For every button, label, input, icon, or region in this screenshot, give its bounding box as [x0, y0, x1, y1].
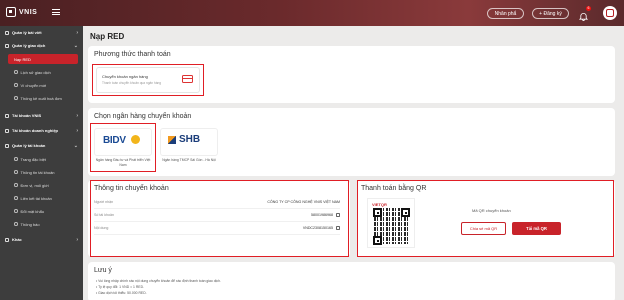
sidebar-item-label: Liên kết tài khoản [20, 195, 52, 201]
bell-icon [14, 222, 18, 226]
sidebar-item-label: Lịch sử giao dịch [20, 69, 51, 75]
chevron-right-icon: › [76, 29, 78, 36]
grid-icon [5, 237, 9, 242]
sidebar-item-change-password[interactable]: Đổi mật khẩu [0, 206, 83, 216]
payment-method-card: Phương thức thanh toán Chuyển khoản ngân… [88, 46, 615, 103]
sidebar-item-vnis-account[interactable]: Tài khoản VNIS › [0, 110, 83, 121]
user-avatar[interactable] [603, 6, 617, 20]
selection-highlight [357, 180, 614, 257]
selection-highlight [90, 180, 349, 257]
sidebar-item-label: Đổi mật khẩu [20, 208, 45, 214]
notes-card: Lưu ý • Vui lòng nhập chính xác nội dung… [88, 262, 615, 300]
note-line: • Vui lòng nhập chính xác nội dung chuyể… [96, 279, 221, 283]
chevron-down-icon: ⌄ [73, 42, 78, 49]
bank-select-card: Chọn ngân hàng chuyển khoản BIDV Ngân hà… [88, 108, 615, 176]
page-icon [14, 157, 18, 161]
shb-logo: SHB [179, 134, 201, 145]
note-text: Vui lòng nhập chính xác nội dung chuyển … [98, 279, 221, 283]
payment-method-title: Phương thức thanh toán [94, 51, 171, 58]
notes-title: Lưu ý [94, 267, 112, 274]
brand-name: VNIS [19, 8, 38, 16]
chevron-right-icon: › [76, 112, 78, 119]
vnis-logo-icon [6, 7, 16, 17]
bank-name-shb: Ngân hàng TMCP Sài Gòn - Hà Nội [162, 158, 216, 162]
sidebar-item-special-page[interactable]: Trang đặc biệt [0, 154, 83, 164]
notification-count-badge: 6 [586, 6, 591, 11]
avatar-logo-icon [606, 9, 614, 17]
qr-payment-card: Thanh toán bằng QR VIETQR Mã QR chuyển k… [357, 180, 615, 257]
page-title: Nạp RED [90, 32, 125, 41]
sidebar-item-transactions[interactable]: Quản lý giao dịch ⌄ [0, 40, 83, 51]
selection-highlight [90, 123, 156, 172]
shb-logo-icon [168, 136, 176, 144]
link-icon [14, 196, 18, 200]
sidebar-item-label: Tài khoản VNIS [12, 113, 42, 118]
sidebar-item-label: Thông tin tài khoản [20, 169, 55, 175]
sidebar-item-label: Ví chuyển mới [20, 82, 47, 88]
bank-select-title: Chọn ngân hàng chuyển khoản [94, 113, 192, 120]
bell-icon [578, 13, 589, 21]
broker-icon [14, 183, 18, 187]
bank-option-shb[interactable]: SHB [160, 128, 218, 156]
menu-toggle-icon[interactable] [52, 9, 60, 15]
login-button[interactable]: Nhân phẩ [487, 8, 524, 19]
sidebar-item-history[interactable]: Lịch sử giao dịch [0, 67, 83, 77]
sidebar-item-link-account[interactable]: Liên kết tài khoản [0, 193, 83, 203]
document-icon [5, 30, 9, 35]
sidebar-item-label: Quản lý tài khoản [12, 143, 46, 148]
sidebar-item-brokers[interactable]: Đơn vị, mối giới [0, 180, 83, 190]
sidebar-item-articles[interactable]: Quản lý bài viết › [0, 27, 83, 38]
sidebar-item-label: Đơn vị, mối giới [20, 182, 49, 188]
chevron-right-icon: › [76, 236, 78, 243]
info-icon [14, 170, 18, 174]
sidebar-item-label: Nạp RED [14, 56, 31, 62]
note-text: Giao dịch tối thiểu: 50.000 RED. [98, 291, 147, 295]
invoice-icon [14, 96, 18, 100]
sidebar: Quản lý bài viết › Quản lý giao dịch ⌄ Nạp… [0, 26, 83, 300]
user-icon [5, 143, 9, 148]
selection-highlight [92, 64, 204, 96]
brand-logo[interactable]: VNIS [6, 7, 37, 17]
sidebar-item-label: Quản lý bài viết [12, 30, 42, 35]
sidebar-item-nap-red[interactable]: Nạp RED [8, 54, 78, 64]
wallet-icon [14, 83, 18, 87]
sidebar-item-invoice-stats[interactable]: Thống kê xuất hoá đơn [0, 93, 83, 103]
sidebar-item-other[interactable]: Khác › [0, 234, 83, 245]
sidebar-item-notifications[interactable]: Thông báo [0, 219, 83, 229]
lock-icon [14, 209, 18, 213]
transaction-icon [5, 43, 9, 48]
sidebar-item-business-account[interactable]: Tài khoản doanh nghiệp › [0, 125, 83, 136]
chevron-down-icon: ⌄ [73, 142, 78, 149]
sidebar-item-label: Tài khoản doanh nghiệp [12, 128, 58, 133]
register-button[interactable]: + Đăng ký [532, 8, 569, 19]
sidebar-item-manage-account[interactable]: Quản lý tài khoản ⌄ [0, 140, 83, 151]
sidebar-item-label: Khác [12, 237, 22, 242]
sidebar-item-label: Thống kê xuất hoá đơn [20, 95, 62, 101]
transfer-info-card: Thông tin chuyển khoản Người nhận CÔNG T… [88, 180, 350, 257]
history-icon [14, 70, 18, 74]
chevron-right-icon: › [76, 127, 78, 134]
top-bar: VNIS Nhân phẩ + Đăng ký 6 [0, 0, 624, 26]
note-line: • Tỷ lệ quy đổi: 1 VND = 1 RED. [96, 285, 144, 289]
sidebar-item-label: Quản lý giao dịch [12, 43, 46, 48]
notification-bell[interactable]: 6 [578, 6, 591, 21]
sidebar-item-account-info[interactable]: Thông tin tài khoản [0, 167, 83, 177]
business-icon [5, 128, 9, 133]
note-text: Tỷ lệ quy đổi: 1 VND = 1 RED. [98, 285, 144, 289]
sidebar-item-label: Trang đặc biệt [20, 156, 46, 162]
account-icon [5, 113, 9, 118]
sidebar-item-label: Thông báo [20, 221, 40, 227]
sidebar-item-wallet[interactable]: Ví chuyển mới [0, 80, 83, 90]
note-line: • Giao dịch tối thiểu: 50.000 RED. [96, 291, 147, 295]
